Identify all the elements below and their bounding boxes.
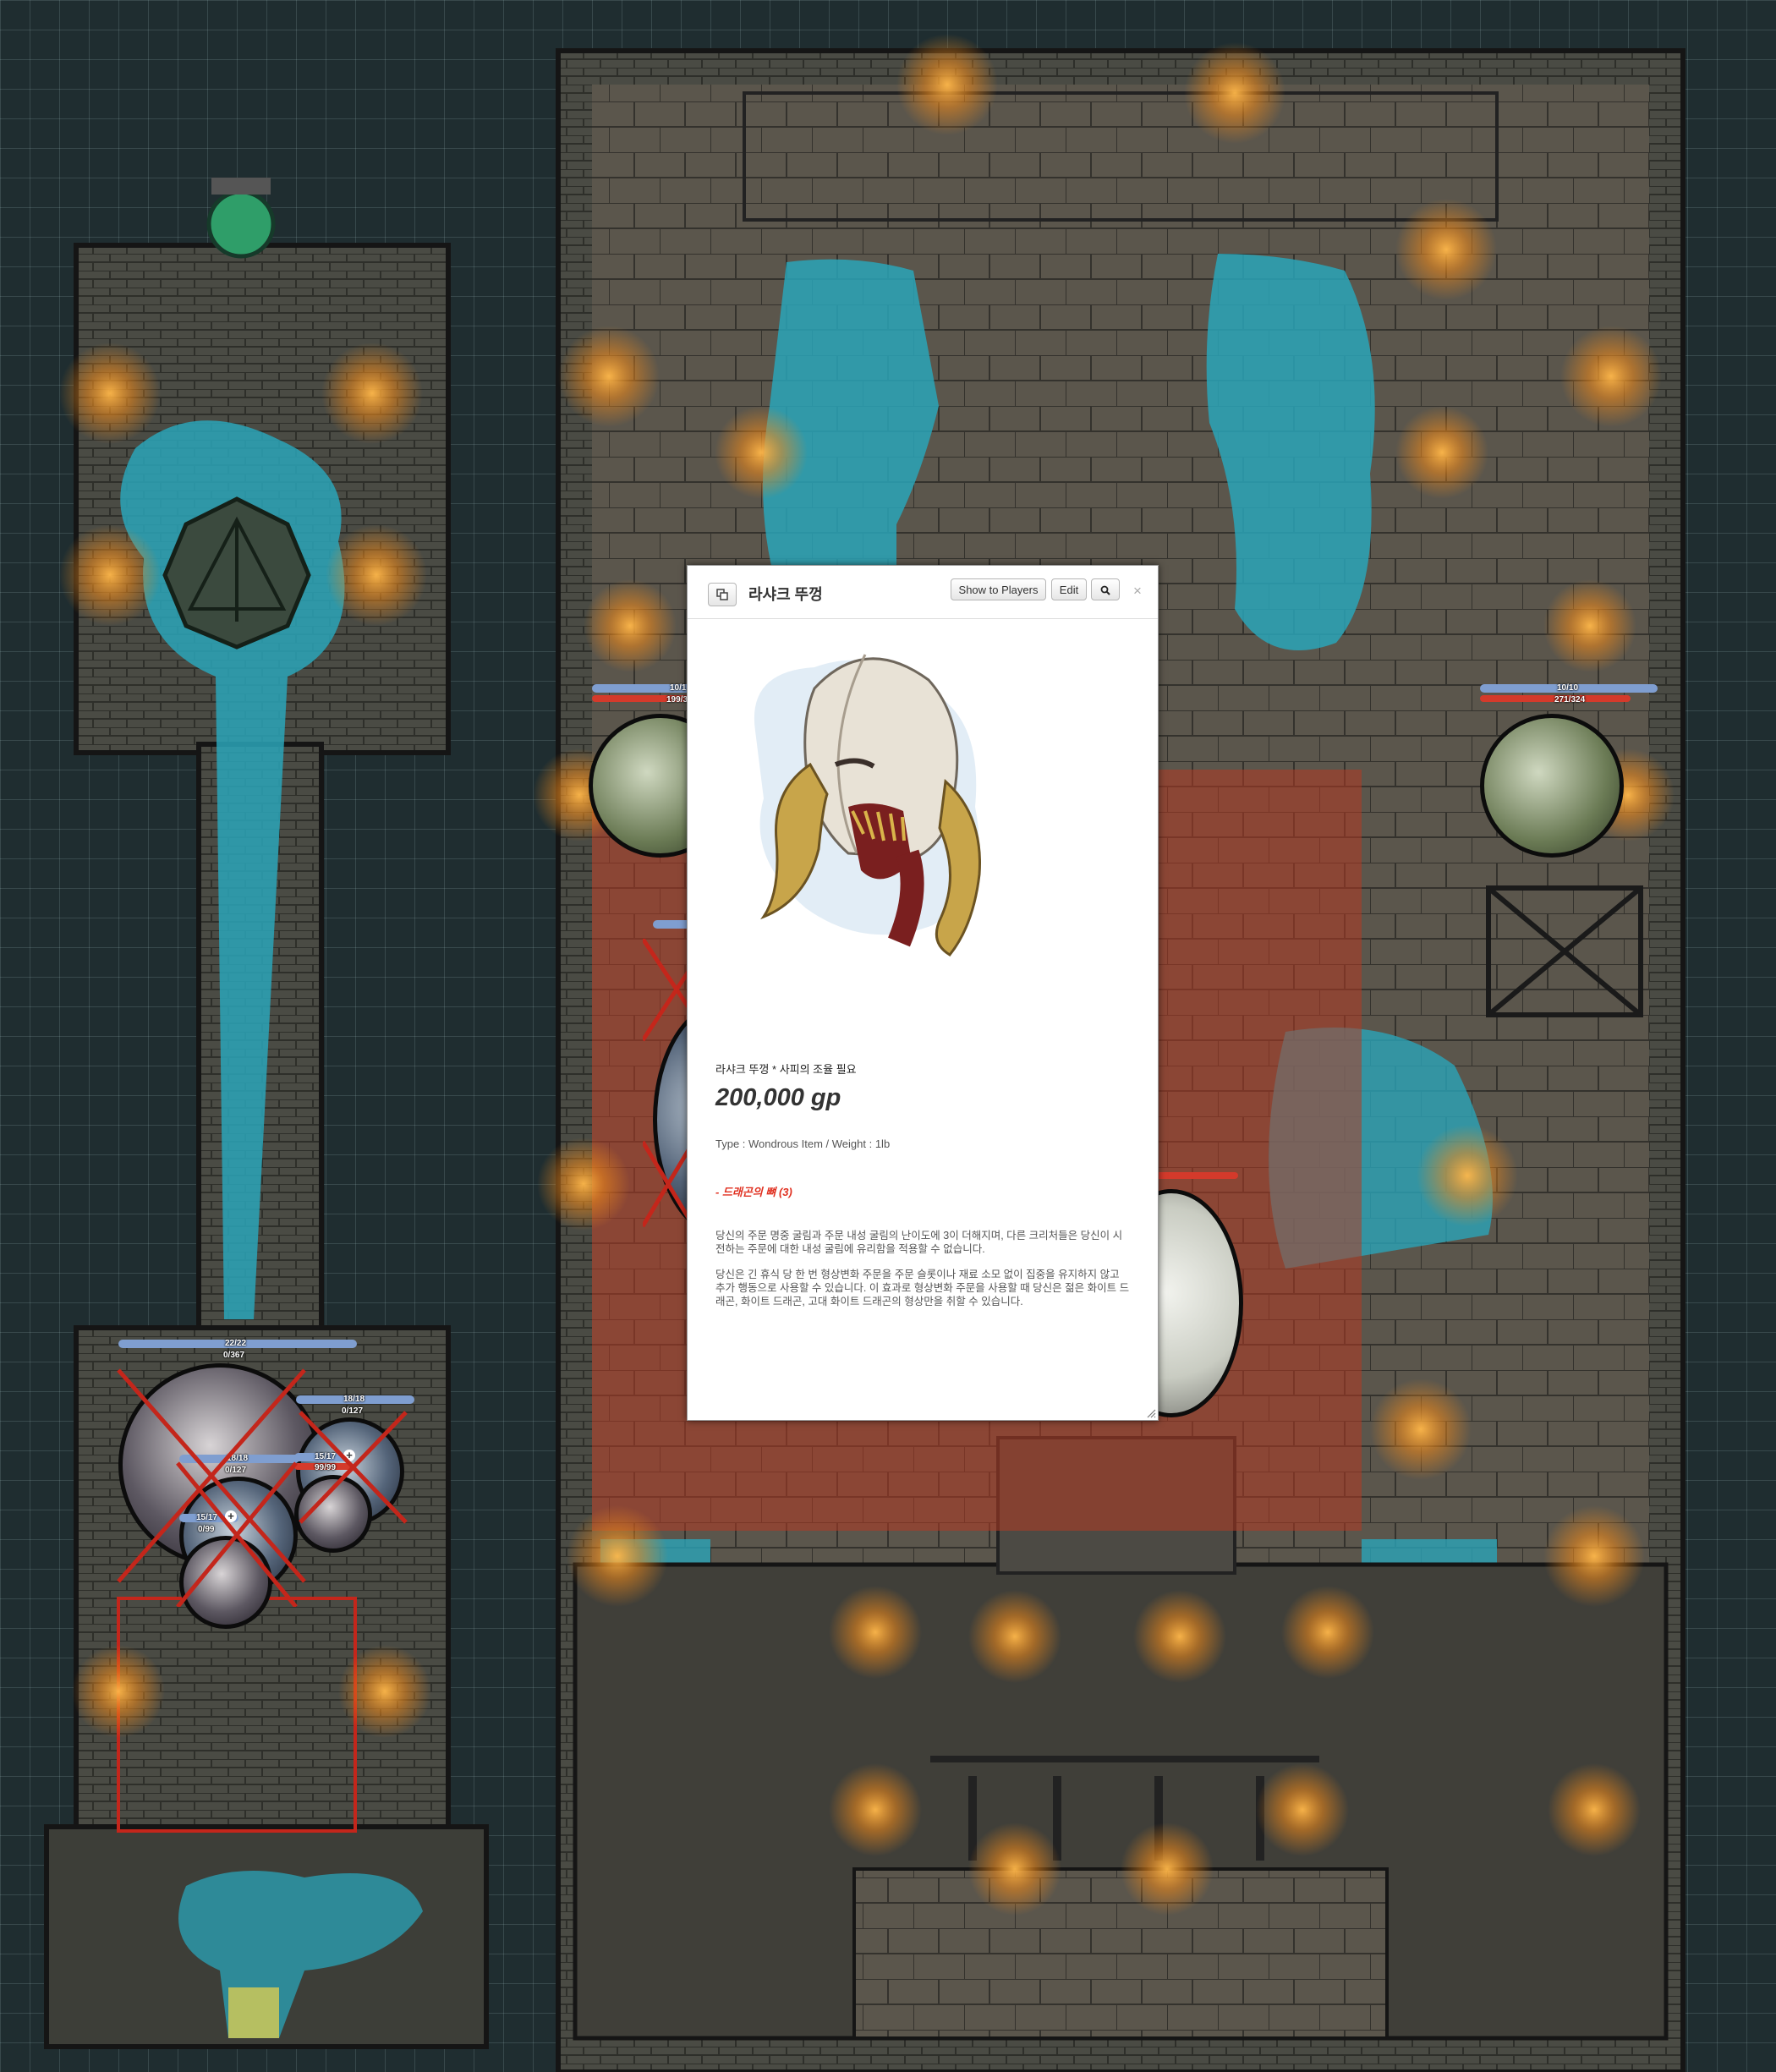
left-tower — [44, 178, 489, 2049]
plus-icon: + — [343, 1450, 355, 1461]
item-type: Type : Wondrous Item / Weight : 1lb — [715, 1137, 891, 1150]
hp-bar-text: 18/18 — [343, 1395, 365, 1404]
close-button[interactable]: × — [1133, 583, 1142, 600]
item-description-1: 당신의 주문 명중 굴림과 주문 내성 굴림의 난이도에 3이 더해지며, 다른… — [715, 1230, 1123, 1255]
token-portrait — [294, 1475, 372, 1553]
item-feature-heading: - 드래곤의 뼈 (3) — [715, 1186, 792, 1198]
hp-bar-text: 15/17 — [315, 1452, 337, 1461]
secondary-bar — [1150, 1172, 1238, 1179]
item-name: 라샤크 뚜껑 * 사피의 조율 필요 — [715, 1063, 857, 1076]
item-handout-dialog[interactable]: 라샤크 뚜껑 Show to Players Edit × 라샤크 뚜껑 * 사… — [687, 565, 1159, 1421]
resize-grip-icon[interactable] — [1146, 1408, 1156, 1418]
secondary-bar-text: 99/99 — [315, 1463, 337, 1472]
item-illustration — [754, 654, 981, 957]
dialog-header: 라샤크 뚜껑 Show to Players Edit × — [688, 566, 1158, 619]
secondary-bar-text: 0/99 — [198, 1525, 215, 1534]
hp-bar-text: 10/10 — [1557, 683, 1579, 693]
popout-icon — [716, 589, 728, 600]
item-price: 200,000 gp — [715, 1084, 841, 1111]
dialog-title: 라샤크 뚜껑 — [748, 586, 823, 603]
secondary-bar-text: 0/127 — [225, 1466, 247, 1475]
item-description-2: 당신은 긴 휴식 당 한 번 형상변화 주문을 주문 슬롯이나 재료 소모 없이… — [715, 1269, 1130, 1307]
token-portrait — [1480, 714, 1624, 858]
hp-bar-text: 10/1 — [670, 683, 687, 693]
plus-icon: + — [225, 1510, 237, 1522]
secondary-bar-text: 199/3 — [666, 695, 688, 704]
hp-bar-text: 22/22 — [225, 1339, 247, 1348]
magnifier-icon — [1100, 585, 1110, 595]
edit-button[interactable]: Edit — [1051, 578, 1087, 600]
zoom-button[interactable] — [1091, 578, 1120, 600]
secondary-bar-text: 271/324 — [1554, 695, 1586, 704]
token-portrait — [179, 1536, 272, 1629]
secondary-bar-text: 0/127 — [342, 1406, 364, 1416]
hp-bar-text: 15/17 — [196, 1513, 218, 1522]
secondary-bar-text: 0/367 — [223, 1351, 245, 1360]
hp-bar-text: 18/18 — [227, 1454, 249, 1463]
show-to-players-button[interactable]: Show to Players — [951, 578, 1046, 600]
popout-button[interactable] — [708, 583, 737, 606]
